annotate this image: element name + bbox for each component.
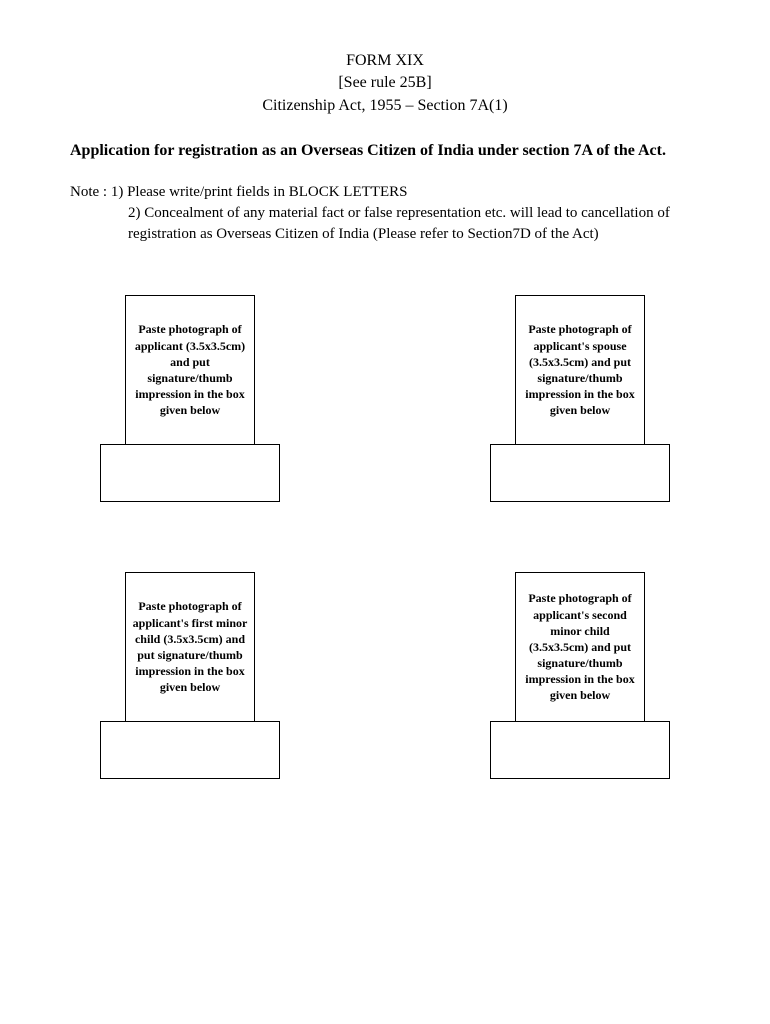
note-item-1: 1) Please write/print fields in BLOCK LE… — [111, 184, 408, 200]
note-prefix: Note : — [70, 184, 111, 200]
photo-box-applicant: Paste photograph of applicant (3.5x3.5cm… — [125, 295, 255, 445]
header-line-3: Citizenship Act, 1955 – Section 7A(1) — [70, 95, 700, 117]
signature-box-child-1 — [100, 721, 280, 779]
header-line-1: FORM XIX — [70, 50, 700, 72]
photo-unit-spouse: Paste photograph of applicant's spouse (… — [490, 295, 670, 502]
form-header: FORM XIX [See rule 25B] Citizenship Act,… — [70, 50, 700, 117]
photo-unit-applicant: Paste photograph of applicant (3.5x3.5cm… — [100, 295, 280, 502]
photo-box-child-1: Paste photograph of applicant's first mi… — [125, 572, 255, 722]
signature-box-child-2 — [490, 721, 670, 779]
signature-box-applicant — [100, 444, 280, 502]
photo-box-spouse: Paste photograph of applicant's spouse (… — [515, 295, 645, 445]
photo-unit-child-2: Paste photograph of applicant's second m… — [490, 572, 670, 779]
photo-row-2: Paste photograph of applicant's first mi… — [70, 572, 700, 779]
note-item-2: 2) Concealment of any material fact or f… — [70, 203, 700, 245]
form-title: Application for registration as an Overs… — [70, 141, 700, 162]
header-line-2: [See rule 25B] — [70, 72, 700, 94]
photo-row-1: Paste photograph of applicant (3.5x3.5cm… — [70, 295, 700, 502]
photo-unit-child-1: Paste photograph of applicant's first mi… — [100, 572, 280, 779]
photo-box-child-2: Paste photograph of applicant's second m… — [515, 572, 645, 722]
note-block: Note : 1) Please write/print fields in B… — [70, 182, 700, 245]
signature-box-spouse — [490, 444, 670, 502]
